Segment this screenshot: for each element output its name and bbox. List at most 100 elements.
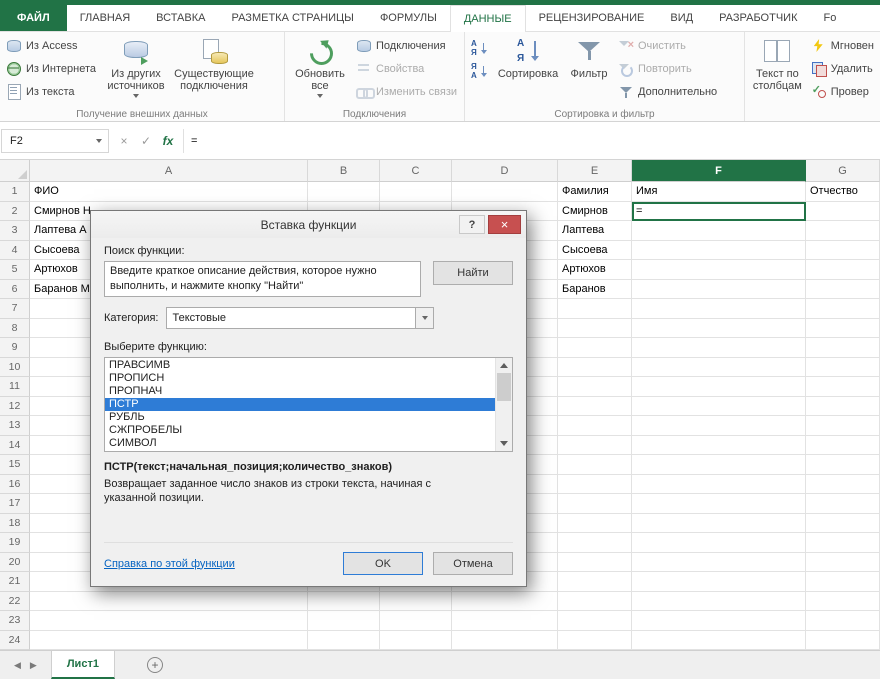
cancel-button[interactable]: Отмена — [433, 552, 513, 575]
tab-file[interactable]: ФАЙЛ — [0, 5, 67, 31]
cell-F19[interactable] — [632, 533, 806, 553]
from-text-button[interactable]: Из текста — [4, 81, 98, 102]
cell-F10[interactable] — [632, 358, 806, 378]
filter-button[interactable]: Фильтр — [565, 35, 613, 80]
row-header-9[interactable]: 9 — [0, 338, 30, 358]
scroll-up-button[interactable] — [496, 358, 512, 373]
cell-F17[interactable] — [632, 494, 806, 514]
scroll-down-button[interactable] — [496, 436, 512, 451]
cell-D24[interactable] — [452, 631, 558, 651]
row-header-5[interactable]: 5 — [0, 260, 30, 280]
row-header-10[interactable]: 10 — [0, 358, 30, 378]
cell-G8[interactable] — [806, 319, 880, 339]
row-header-8[interactable]: 8 — [0, 319, 30, 339]
cell-G5[interactable] — [806, 260, 880, 280]
row-header-20[interactable]: 20 — [0, 553, 30, 573]
cell-A1[interactable]: ФИО — [30, 182, 308, 202]
function-item-ПСТР[interactable]: ПСТР — [105, 398, 495, 411]
cell-E12[interactable] — [558, 397, 632, 417]
name-box-dropdown-icon[interactable] — [96, 139, 102, 143]
cell-F24[interactable] — [632, 631, 806, 651]
column-header-A[interactable]: A — [30, 160, 308, 182]
cancel-entry-button[interactable]: × — [114, 131, 134, 151]
cell-D23[interactable] — [452, 611, 558, 631]
cell-G10[interactable] — [806, 358, 880, 378]
cell-F3[interactable] — [632, 221, 806, 241]
ok-button[interactable]: OK — [343, 552, 423, 575]
function-item-ПРОПНАЧ[interactable]: ПРОПНАЧ — [105, 385, 495, 398]
cell-G11[interactable] — [806, 377, 880, 397]
cell-G19[interactable] — [806, 533, 880, 553]
advanced-filter-button[interactable]: Дополнительно — [616, 81, 719, 102]
cell-E13[interactable] — [558, 416, 632, 436]
enter-entry-button[interactable]: ✓ — [136, 131, 156, 151]
sort-button[interactable]: Сортировка — [494, 35, 562, 80]
reapply-button[interactable]: Повторить — [616, 58, 719, 79]
cell-E8[interactable] — [558, 319, 632, 339]
row-header-1[interactable]: 1 — [0, 182, 30, 202]
row-header-6[interactable]: 6 — [0, 280, 30, 300]
cell-G17[interactable] — [806, 494, 880, 514]
refresh-all-button[interactable]: Обновить все — [289, 35, 351, 98]
cell-F14[interactable] — [632, 436, 806, 456]
row-header-13[interactable]: 13 — [0, 416, 30, 436]
cell-E15[interactable] — [558, 455, 632, 475]
cell-A22[interactable] — [30, 592, 308, 612]
listbox-scrollbar[interactable] — [495, 358, 512, 451]
cell-G9[interactable] — [806, 338, 880, 358]
dialog-help-button[interactable]: ? — [459, 215, 485, 234]
cell-G22[interactable] — [806, 592, 880, 612]
row-header-2[interactable]: 2 — [0, 202, 30, 222]
cell-E23[interactable] — [558, 611, 632, 631]
column-header-C[interactable]: C — [380, 160, 452, 182]
name-box[interactable]: F2 — [1, 129, 109, 153]
row-header-12[interactable]: 12 — [0, 397, 30, 417]
cell-G1[interactable]: Отчество — [806, 182, 880, 202]
row-header-22[interactable]: 22 — [0, 592, 30, 612]
cell-G2[interactable] — [806, 202, 880, 222]
cell-G12[interactable] — [806, 397, 880, 417]
cell-E1[interactable]: Фамилия — [558, 182, 632, 202]
from-other-sources-button[interactable]: Из других источников — [101, 35, 171, 98]
cell-F1[interactable]: Имя — [632, 182, 806, 202]
cell-E7[interactable] — [558, 299, 632, 319]
connections-button[interactable]: Подключения — [354, 35, 459, 56]
cell-E3[interactable]: Лаптева — [558, 221, 632, 241]
cell-E6[interactable]: Баранов — [558, 280, 632, 300]
cell-F18[interactable] — [632, 514, 806, 534]
insert-function-button[interactable]: fx — [158, 131, 178, 151]
function-item-ПРАВСИМВ[interactable]: ПРАВСИМВ — [105, 359, 495, 372]
cell-G18[interactable] — [806, 514, 880, 534]
row-header-23[interactable]: 23 — [0, 611, 30, 631]
cell-F8[interactable] — [632, 319, 806, 339]
cell-A23[interactable] — [30, 611, 308, 631]
flash-fill-button[interactable]: Мгновен — [809, 35, 876, 56]
cell-E9[interactable] — [558, 338, 632, 358]
category-select[interactable]: Текстовые — [166, 307, 434, 329]
function-item-РУБЛЬ[interactable]: РУБЛЬ — [105, 411, 495, 424]
tab-addin[interactable]: Fo — [810, 5, 849, 31]
row-header-11[interactable]: 11 — [0, 377, 30, 397]
cell-B24[interactable] — [308, 631, 380, 651]
row-header-21[interactable]: 21 — [0, 572, 30, 592]
cell-C1[interactable] — [380, 182, 452, 202]
tab-review[interactable]: РЕЦЕНЗИРОВАНИЕ — [526, 5, 658, 31]
column-header-B[interactable]: B — [308, 160, 380, 182]
cell-C23[interactable] — [380, 611, 452, 631]
cell-F11[interactable] — [632, 377, 806, 397]
cell-F9[interactable] — [632, 338, 806, 358]
cell-F4[interactable] — [632, 241, 806, 261]
find-button[interactable]: Найти — [433, 261, 513, 285]
add-sheet-button[interactable]: + — [147, 657, 163, 673]
cell-F7[interactable] — [632, 299, 806, 319]
cell-E5[interactable]: Артюхов — [558, 260, 632, 280]
cell-E10[interactable] — [558, 358, 632, 378]
cell-G14[interactable] — [806, 436, 880, 456]
cell-E11[interactable] — [558, 377, 632, 397]
search-function-input[interactable]: Введите краткое описание действия, котор… — [104, 261, 421, 297]
scrollbar-thumb[interactable] — [497, 373, 511, 401]
cell-E14[interactable] — [558, 436, 632, 456]
cell-F20[interactable] — [632, 553, 806, 573]
row-header-24[interactable]: 24 — [0, 631, 30, 651]
tab-data[interactable]: ДАННЫЕ — [450, 5, 526, 32]
